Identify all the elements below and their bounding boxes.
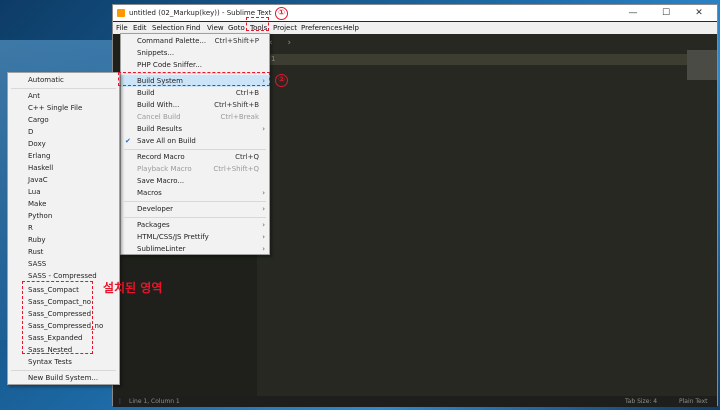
menu-separator: [11, 370, 116, 371]
menu-separator: [124, 217, 266, 218]
installed-area-box: [22, 281, 93, 354]
panel-toggle-icon[interactable]: ⋮: [117, 398, 123, 405]
tools-menu: Command Palette... Ctrl+Shift+P Snippets.…: [120, 33, 270, 255]
chevron-right-icon: ›: [262, 245, 265, 253]
chevron-right-icon: ›: [262, 189, 265, 197]
step-marker-2: ②: [275, 74, 288, 87]
build-item-javac[interactable]: JavaC: [8, 174, 119, 186]
menu-item-packages[interactable]: Packages ›: [121, 219, 269, 231]
build-item-ruby[interactable]: Ruby: [8, 234, 119, 246]
chevron-right-icon: ›: [262, 205, 265, 213]
menu-selection[interactable]: Selection: [152, 24, 184, 32]
menu-file[interactable]: File: [116, 24, 128, 32]
build-item-erlang[interactable]: Erlang: [8, 150, 119, 162]
menu-separator: [124, 149, 266, 150]
build-item-syntax-tests[interactable]: Syntax Tests: [8, 356, 119, 368]
menu-item-sublimelinter[interactable]: SublimeLinter ›: [121, 243, 269, 255]
tools-menu-highlight-box: [246, 17, 269, 31]
build-item-cpp-single-file[interactable]: C++ Single File: [8, 102, 119, 114]
menu-item-cancel-build: Cancel Build Ctrl+Break: [137, 113, 259, 121]
menu-preferences[interactable]: Preferences: [301, 24, 342, 32]
chevron-right-icon: ›: [262, 233, 265, 241]
menu-item-build-results[interactable]: Build Results ›: [121, 123, 269, 135]
menu-item-save-macro[interactable]: Save Macro...: [121, 175, 269, 187]
window-title: untitled (02_Markup(key)) - Sublime Text: [129, 9, 272, 17]
menu-edit[interactable]: Edit: [133, 24, 147, 32]
sublime-app-icon: [117, 9, 125, 17]
build-item-sass[interactable]: SASS: [8, 258, 119, 270]
build-item-lua[interactable]: Lua: [8, 186, 119, 198]
installed-area-label: 설치된 영역: [103, 281, 163, 295]
chevron-right-icon: ›: [262, 221, 265, 229]
menu-item-playback-macro: Playback Macro Ctrl+Shift+Q: [137, 165, 259, 173]
menu-item-command-palette[interactable]: Command Palette... Ctrl+Shift+P: [121, 35, 269, 47]
build-item-rust[interactable]: Rust: [8, 246, 119, 258]
cursor-position: Line 1, Column 1: [129, 398, 180, 405]
menu-item-save-all-on-build[interactable]: ✔ Save All on Build: [121, 135, 269, 147]
build-item-d[interactable]: D: [8, 126, 119, 138]
build-item-automatic[interactable]: Automatic: [8, 74, 119, 86]
title-bar[interactable]: untitled (02_Markup(key)) - Sublime Text…: [113, 5, 717, 21]
chevron-right-icon: ›: [262, 125, 265, 133]
line-number: 1: [271, 55, 276, 63]
minimap[interactable]: [687, 50, 717, 80]
tab-nav-arrows[interactable]: ‹ ›: [269, 38, 297, 48]
current-line-highlight: [269, 54, 687, 65]
build-item-new-build-system[interactable]: New Build System...: [8, 372, 119, 384]
menu-item-developer[interactable]: Developer ›: [121, 203, 269, 215]
build-item-make[interactable]: Make: [8, 198, 119, 210]
menu-separator: [124, 201, 266, 202]
menu-find[interactable]: Find: [186, 24, 200, 32]
menu-item-build[interactable]: Build Ctrl+B: [121, 87, 269, 99]
menu-project[interactable]: Project: [273, 24, 297, 32]
close-button[interactable]: ✕: [686, 7, 712, 19]
menu-separator: [11, 88, 116, 89]
step-marker-1: ①: [275, 7, 288, 20]
build-item-r[interactable]: R: [8, 222, 119, 234]
build-item-python[interactable]: Python: [8, 210, 119, 222]
menu-item-macros[interactable]: Macros ›: [121, 187, 269, 199]
menu-item-php-code-sniffer[interactable]: PHP Code Sniffer...: [121, 59, 269, 71]
checkmark-icon: ✔: [125, 137, 131, 145]
build-item-haskell[interactable]: Haskell: [8, 162, 119, 174]
minimize-button[interactable]: —: [620, 7, 646, 19]
menu-item-snippets[interactable]: Snippets...: [121, 47, 269, 59]
status-bar: ⋮ Line 1, Column 1 Tab Size: 4 Plain Tex…: [113, 396, 717, 407]
menu-view[interactable]: View: [207, 24, 224, 32]
maximize-button[interactable]: ☐: [653, 7, 679, 19]
menu-item-build-with[interactable]: Build With... Ctrl+Shift+B: [121, 99, 269, 111]
syntax-mode[interactable]: Plain Text: [679, 398, 707, 405]
build-item-doxy[interactable]: Doxy: [8, 138, 119, 150]
menu-goto[interactable]: Goto: [228, 24, 245, 32]
build-system-highlight-box: [118, 72, 270, 86]
menu-help[interactable]: Help: [343, 24, 359, 32]
build-item-ant[interactable]: Ant: [8, 90, 119, 102]
menu-item-html-css-js-prettify[interactable]: HTML/CSS/JS Prettify ›: [121, 231, 269, 243]
tab-size[interactable]: Tab Size: 4: [625, 398, 657, 405]
build-item-cargo[interactable]: Cargo: [8, 114, 119, 126]
menu-item-record-macro[interactable]: Record Macro Ctrl+Q: [121, 151, 269, 163]
